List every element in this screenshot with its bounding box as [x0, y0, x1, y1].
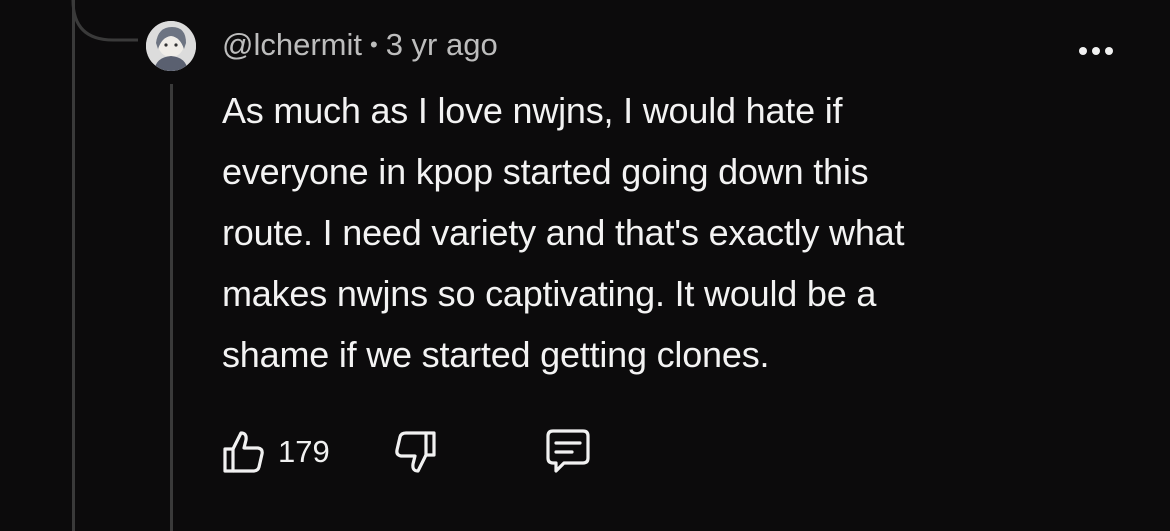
thread-line [72, 0, 75, 531]
comment-line: makes nwjns so captivating. It would be … [222, 273, 877, 314]
comment-line: As much as I love nwjns, I would hate if [222, 90, 843, 131]
comment-line: everyone in kpop started going down this [222, 151, 869, 192]
comment-line: route. I need variety and that's exactly… [222, 212, 905, 253]
comment-line: shame if we started getting clones. [222, 334, 770, 375]
comment-text: As much as I love nwjns, I would hate if… [222, 80, 1122, 385]
dislike-button[interactable] [388, 426, 442, 478]
like-count: 179 [278, 434, 330, 469]
reply-button[interactable] [540, 426, 596, 478]
reply-comment-icon [546, 429, 590, 473]
more-options-button[interactable] [1072, 38, 1120, 64]
thumbs-up-icon [223, 431, 264, 473]
comment-thread-page: @lchermit • 3 yr ago As much as I love nwj… [0, 0, 1170, 531]
more-dot [1079, 47, 1087, 55]
more-dot [1092, 47, 1100, 55]
avatar[interactable] [146, 21, 196, 71]
thumbs-down-icon [395, 431, 436, 473]
comment-meta: @lchermit • 3 yr ago [222, 24, 498, 66]
thread-connector [71, 0, 138, 42]
like-button[interactable]: 179 [218, 426, 330, 478]
avatar-image [146, 21, 196, 71]
comment-author[interactable]: @lchermit [222, 27, 362, 62]
more-dot [1105, 47, 1113, 55]
comment-timestamp: 3 yr ago [385, 27, 498, 62]
reply-thread-line [170, 84, 173, 531]
meta-separator: • [369, 32, 378, 57]
